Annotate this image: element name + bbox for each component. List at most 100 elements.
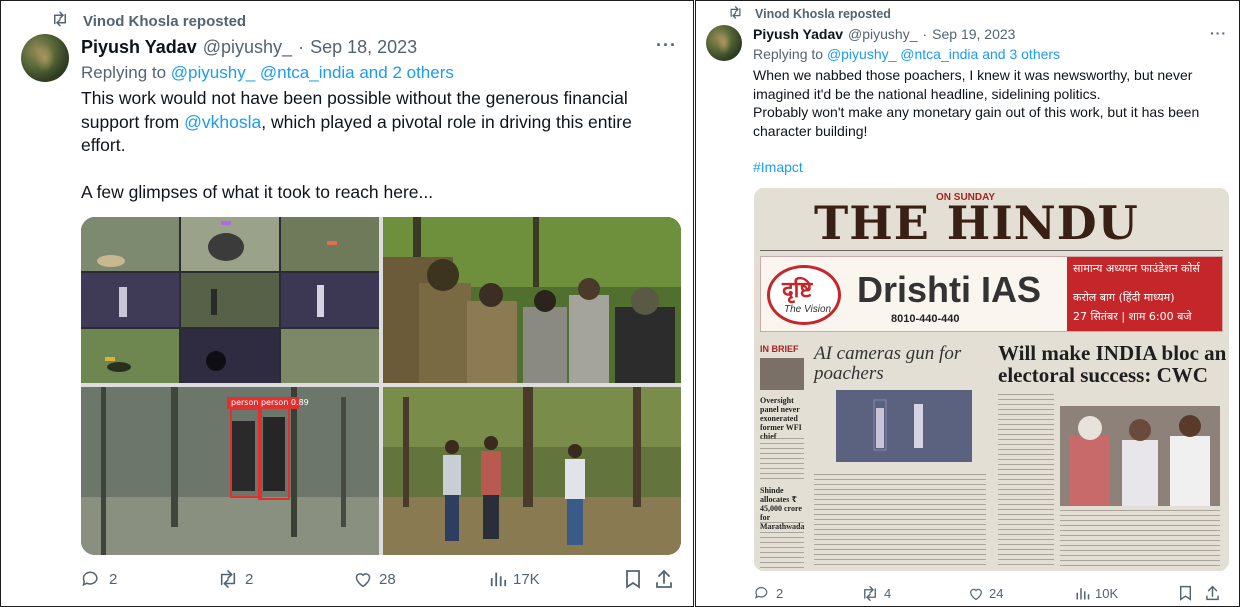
ad-right-panel: सामान्य अध्ययन फाउंडेशन कोर्स करोल बाग (… (1067, 257, 1222, 331)
share-button[interactable] (1205, 585, 1227, 601)
replying-to-link[interactable]: @piyushy_ @ntca_india and 3 others (827, 46, 1060, 62)
repost-label: Vinod Khosla reposted (83, 12, 247, 30)
separator-dot: · (922, 26, 928, 42)
retweet-icon (728, 6, 743, 22)
replying-to-link[interactable]: @piyushy_ @ntca_india and 2 others (171, 63, 454, 82)
repost-button[interactable]: 4 (861, 586, 968, 601)
media-newspaper[interactable]: ON SUNDAY THE HINDU दृष्टि The Vision Dr… (754, 188, 1229, 571)
article-text-block (1060, 510, 1220, 566)
author-name[interactable]: Piyush Yadav (753, 26, 843, 42)
views-icon (1075, 586, 1090, 601)
brief-text-block (760, 522, 804, 568)
masthead-rule (760, 250, 1223, 251)
newspaper-page: ON SUNDAY THE HINDU दृष्टि The Vision Dr… (754, 188, 1229, 571)
replying-prefix: Replying to (81, 63, 167, 82)
views-count: 17K (513, 570, 540, 588)
ad-logo-tagline: The Vision (784, 304, 832, 315)
share-icon (1205, 585, 1220, 601)
tweet-text-line1: When we nabbed those poachers, I knew it… (753, 67, 1193, 102)
avatar[interactable] (21, 34, 69, 82)
share-icon (655, 569, 673, 589)
repost-indicator[interactable]: Vinod Khosla reposted (728, 6, 891, 22)
author-handle[interactable]: @piyushy_ (203, 37, 292, 58)
views-button[interactable]: 17K (489, 570, 625, 588)
ad-phone: 8010-440-440 (891, 313, 960, 325)
more-icon[interactable]: ··· (656, 35, 677, 56)
tweet-header: Piyush Yadav @piyushy_ · Sep 19, 2023 (753, 26, 1015, 42)
repost-label: Vinod Khosla reposted (755, 7, 891, 21)
hashtag-link[interactable]: #Imapct (753, 159, 803, 175)
views-icon (489, 570, 507, 588)
reply-count: 2 (109, 570, 118, 588)
media-detection[interactable]: person person 0.89 (81, 387, 379, 555)
reply-button[interactable]: 2 (81, 569, 217, 589)
media-forest-men[interactable] (383, 387, 681, 555)
repost-icon (861, 585, 879, 601)
media-grid[interactable]: person person 0.89 (81, 217, 681, 555)
reply-icon (754, 585, 770, 601)
media-camera-trap-grid[interactable] (81, 217, 379, 383)
ad-logo-hindi: दृष्टि (782, 278, 813, 303)
tweet-card-left[interactable]: Vinod Khosla reposted Piyush Yadav @piyu… (0, 0, 694, 607)
repost-indicator[interactable]: Vinod Khosla reposted (51, 11, 246, 31)
brief-photo (760, 358, 804, 390)
newspaper-in-brief: IN BRIEF (760, 344, 799, 354)
ad-right-line2: करोल बाग (हिंदी माध्यम) (1073, 291, 1175, 304)
tweet-text-para2: A few glimpses of what it took to reach … (81, 182, 434, 202)
tweet-text: This work would not have been possible w… (81, 87, 677, 205)
separator-dot: · (298, 37, 305, 57)
bookmark-button[interactable] (625, 569, 655, 589)
ad-brand: Drishti IAS (857, 269, 1042, 310)
avatar[interactable] (706, 25, 742, 61)
detection-label: person person 0.89 (231, 398, 309, 407)
author-name[interactable]: Piyush Yadav (81, 37, 197, 58)
media-forest-group[interactable] (383, 217, 681, 383)
ad-logo: दृष्टि The Vision (767, 265, 841, 325)
newspaper-headline-1: AI cameras gun for poachers (814, 343, 962, 384)
article-text-block (998, 394, 1054, 566)
like-button[interactable]: 28 (353, 570, 489, 588)
ad-right-line1: सामान्य अध्ययन फाउंडेशन कोर्स (1073, 262, 1200, 275)
newspaper-photo-poachers (836, 390, 972, 462)
tweet-text-line2: Probably won't make any monetary gain ou… (753, 104, 1200, 139)
newspaper-photo-politicians (1060, 406, 1220, 506)
replying-to: Replying to @piyushy_ @ntca_india and 3 … (753, 46, 1060, 62)
views-button[interactable]: 10K (1075, 586, 1179, 601)
more-icon[interactable]: ··· (1210, 25, 1227, 41)
repost-count: 2 (245, 570, 254, 588)
newspaper-headline-2: Will make INDIA bloc an electoral succes… (998, 341, 1227, 387)
ad-right-line3: 27 सितंबर | शाम 6:00 बजे (1073, 310, 1192, 323)
views-count: 10K (1095, 585, 1119, 601)
repost-button[interactable]: 2 (217, 570, 353, 588)
newspaper-masthead: THE HINDU (814, 196, 1139, 250)
reply-count: 2 (776, 585, 784, 601)
author-handle[interactable]: @piyushy_ (848, 26, 917, 42)
action-bar: 2 2 28 17K (81, 569, 681, 589)
reply-icon (81, 569, 101, 589)
tweet-header: Piyush Yadav @piyushy_ · Sep 18, 2023 (81, 37, 417, 58)
like-button[interactable]: 24 (968, 586, 1075, 601)
replying-to: Replying to @piyushy_ @ntca_india and 2 … (81, 63, 454, 83)
tweet-date[interactable]: Sep 18, 2023 (310, 37, 417, 58)
tweet-card-right[interactable]: Vinod Khosla reposted Piyush Yadav @piyu… (695, 0, 1240, 607)
like-count: 24 (989, 585, 1004, 601)
ad-banner: दृष्टि The Vision Drishti IAS 8010-440-4… (760, 256, 1223, 332)
like-icon (968, 586, 984, 601)
reply-button[interactable]: 2 (754, 585, 861, 601)
mention-link[interactable]: @vkhosla (184, 112, 261, 132)
article-text-block (814, 474, 986, 566)
like-icon (353, 570, 373, 588)
newspaper-brief-1: Oversight panel never exonerated former … (760, 396, 802, 441)
brief-text-block (760, 438, 804, 482)
tweet-date[interactable]: Sep 19, 2023 (932, 26, 1015, 42)
replying-prefix: Replying to (753, 46, 824, 62)
bookmark-icon (625, 569, 641, 589)
tweet-text: When we nabbed those poachers, I knew it… (753, 66, 1231, 140)
action-bar: 2 4 24 10K (754, 585, 1229, 601)
share-button[interactable] (655, 569, 681, 589)
repost-icon (217, 570, 239, 588)
bookmark-button[interactable] (1179, 585, 1205, 601)
repost-count: 4 (884, 585, 892, 601)
bookmark-icon (1179, 585, 1192, 601)
retweet-icon (51, 11, 69, 31)
